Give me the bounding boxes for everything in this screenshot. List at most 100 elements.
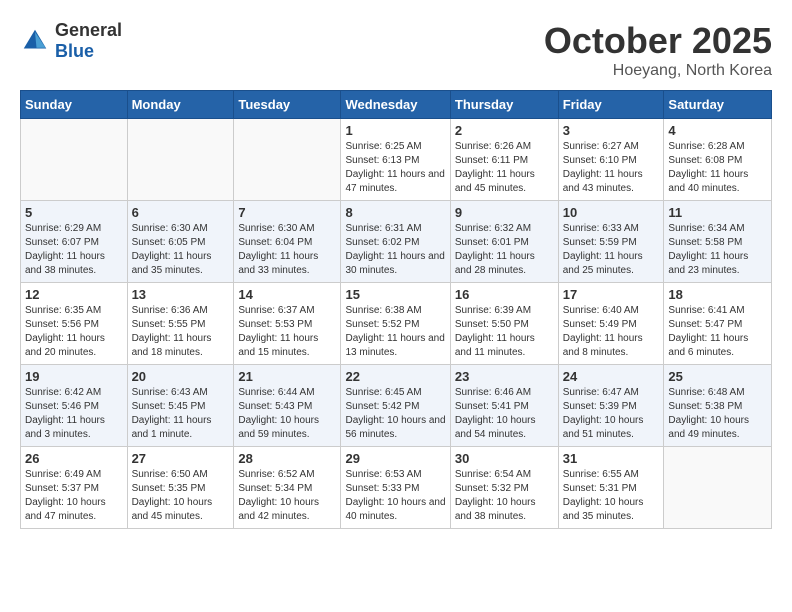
day-number: 3 (563, 123, 660, 138)
calendar-day-cell: 1 Sunrise: 6:25 AM Sunset: 6:13 PM Daylig… (341, 119, 450, 201)
calendar-week-row: 19Sunrise: 6:42 AM Sunset: 5:46 PM Dayli… (21, 365, 772, 447)
day-number: 26 (25, 451, 123, 466)
calendar-week-row: 5 Sunrise: 6:29 AM Sunset: 6:07 PM Daylig… (21, 201, 772, 283)
day-info: Sunrise: 6:50 AM Sunset: 5:35 PM Dayligh… (132, 468, 230, 524)
day-info: Sunrise: 6:38 AM Sunset: 5:52 PM Dayligh… (345, 304, 445, 360)
day-info: Sunrise: 6:25 AM Sunset: 6:13 PM Dayligh… (345, 140, 445, 196)
calendar-day-cell: 22 Sunrise: 6:45 AM Sunset: 5:42 PM Dayli… (341, 365, 450, 447)
calendar-header-row: SundayMondayTuesdayWednesdayThursdayFrid… (21, 91, 772, 119)
day-info: Sunrise: 6:40 AM Sunset: 5:49 PM Dayligh… (563, 304, 660, 360)
calendar-day-cell: 29Sunrise: 6:53 AM Sunset: 5:33 PM Dayli… (341, 447, 450, 529)
month-title: October 2025 (544, 20, 772, 62)
title-block: October 2025 Hoeyang, North Korea (544, 20, 772, 80)
day-info: Sunrise: 6:48 AM Sunset: 5:38 PM Dayligh… (668, 386, 767, 442)
day-number: 15 (345, 287, 445, 302)
day-number: 24 (563, 369, 660, 384)
logo: General Blue (20, 20, 122, 62)
calendar-day-cell: 6 Sunrise: 6:30 AM Sunset: 6:05 PM Daylig… (127, 201, 234, 283)
day-number: 18 (668, 287, 767, 302)
day-number: 8 (345, 205, 445, 220)
calendar-day-cell: 8 Sunrise: 6:31 AM Sunset: 6:02 PM Daylig… (341, 201, 450, 283)
day-number: 5 (25, 205, 123, 220)
day-number: 14 (238, 287, 336, 302)
day-number: 6 (132, 205, 230, 220)
calendar-day-cell: 10Sunrise: 6:33 AM Sunset: 5:59 PM Dayli… (558, 201, 664, 283)
calendar-day-cell: 24Sunrise: 6:47 AM Sunset: 5:39 PM Dayli… (558, 365, 664, 447)
day-info: Sunrise: 6:36 AM Sunset: 5:55 PM Dayligh… (132, 304, 230, 360)
logo-text: General Blue (55, 20, 122, 62)
calendar-week-row: 26Sunrise: 6:49 AM Sunset: 5:37 PM Dayli… (21, 447, 772, 529)
calendar-day-cell: 28 Sunrise: 6:52 AM Sunset: 5:34 PM Dayli… (234, 447, 341, 529)
calendar-day-cell: 7 Sunrise: 6:30 AM Sunset: 6:04 PM Daylig… (234, 201, 341, 283)
day-number: 23 (455, 369, 554, 384)
column-header-saturday: Saturday (664, 91, 772, 119)
day-number: 31 (563, 451, 660, 466)
calendar-day-cell: 21 Sunrise: 6:44 AM Sunset: 5:43 PM Dayli… (234, 365, 341, 447)
calendar-day-cell: 30 Sunrise: 6:54 AM Sunset: 5:32 PM Dayli… (450, 447, 558, 529)
day-number: 20 (132, 369, 230, 384)
column-header-monday: Monday (127, 91, 234, 119)
day-info: Sunrise: 6:32 AM Sunset: 6:01 PM Dayligh… (455, 222, 554, 278)
day-info: Sunrise: 6:29 AM Sunset: 6:07 PM Dayligh… (25, 222, 123, 278)
day-info: Sunrise: 6:54 AM Sunset: 5:32 PM Dayligh… (455, 468, 554, 524)
day-info: Sunrise: 6:28 AM Sunset: 6:08 PM Dayligh… (668, 140, 767, 196)
calendar-day-cell: 26Sunrise: 6:49 AM Sunset: 5:37 PM Dayli… (21, 447, 128, 529)
calendar-day-cell: 2Sunrise: 6:26 AM Sunset: 6:11 PM Daylig… (450, 119, 558, 201)
column-header-thursday: Thursday (450, 91, 558, 119)
calendar-day-cell: 23 Sunrise: 6:46 AM Sunset: 5:41 PM Dayli… (450, 365, 558, 447)
day-number: 30 (455, 451, 554, 466)
day-info: Sunrise: 6:30 AM Sunset: 6:05 PM Dayligh… (132, 222, 230, 278)
day-info: Sunrise: 6:39 AM Sunset: 5:50 PM Dayligh… (455, 304, 554, 360)
location: Hoeyang, North Korea (544, 62, 772, 80)
day-number: 1 (345, 123, 445, 138)
calendar-day-cell: 12 Sunrise: 6:35 AM Sunset: 5:56 PM Dayli… (21, 283, 128, 365)
day-number: 21 (238, 369, 336, 384)
day-number: 27 (132, 451, 230, 466)
day-info: Sunrise: 6:46 AM Sunset: 5:41 PM Dayligh… (455, 386, 554, 442)
column-header-tuesday: Tuesday (234, 91, 341, 119)
calendar-day-cell (664, 447, 772, 529)
day-info: Sunrise: 6:45 AM Sunset: 5:42 PM Dayligh… (345, 386, 445, 442)
calendar-day-cell: 17 Sunrise: 6:40 AM Sunset: 5:49 PM Dayli… (558, 283, 664, 365)
calendar-week-row: 1 Sunrise: 6:25 AM Sunset: 6:13 PM Daylig… (21, 119, 772, 201)
day-number: 11 (668, 205, 767, 220)
logo-icon (20, 26, 50, 56)
calendar-day-cell (234, 119, 341, 201)
day-number: 17 (563, 287, 660, 302)
calendar-day-cell: 16 Sunrise: 6:39 AM Sunset: 5:50 PM Dayli… (450, 283, 558, 365)
day-info: Sunrise: 6:26 AM Sunset: 6:11 PM Dayligh… (455, 140, 554, 196)
column-header-sunday: Sunday (21, 91, 128, 119)
column-header-friday: Friday (558, 91, 664, 119)
calendar-day-cell: 9 Sunrise: 6:32 AM Sunset: 6:01 PM Daylig… (450, 201, 558, 283)
day-number: 9 (455, 205, 554, 220)
day-number: 7 (238, 205, 336, 220)
day-number: 28 (238, 451, 336, 466)
day-info: Sunrise: 6:37 AM Sunset: 5:53 PM Dayligh… (238, 304, 336, 360)
day-number: 10 (563, 205, 660, 220)
day-info: Sunrise: 6:52 AM Sunset: 5:34 PM Dayligh… (238, 468, 336, 524)
calendar-day-cell: 20 Sunrise: 6:43 AM Sunset: 5:45 PM Dayli… (127, 365, 234, 447)
day-info: Sunrise: 6:43 AM Sunset: 5:45 PM Dayligh… (132, 386, 230, 442)
day-number: 25 (668, 369, 767, 384)
calendar-day-cell: 25 Sunrise: 6:48 AM Sunset: 5:38 PM Dayli… (664, 365, 772, 447)
calendar-day-cell: 14 Sunrise: 6:37 AM Sunset: 5:53 PM Dayli… (234, 283, 341, 365)
day-number: 19 (25, 369, 123, 384)
calendar-day-cell: 19Sunrise: 6:42 AM Sunset: 5:46 PM Dayli… (21, 365, 128, 447)
column-header-wednesday: Wednesday (341, 91, 450, 119)
calendar-day-cell: 15 Sunrise: 6:38 AM Sunset: 5:52 PM Dayli… (341, 283, 450, 365)
logo-blue: Blue (55, 41, 122, 62)
calendar-day-cell: 5 Sunrise: 6:29 AM Sunset: 6:07 PM Daylig… (21, 201, 128, 283)
day-number: 12 (25, 287, 123, 302)
day-number: 16 (455, 287, 554, 302)
day-info: Sunrise: 6:30 AM Sunset: 6:04 PM Dayligh… (238, 222, 336, 278)
day-info: Sunrise: 6:44 AM Sunset: 5:43 PM Dayligh… (238, 386, 336, 442)
page-header: General Blue October 2025 Hoeyang, North… (20, 20, 772, 80)
calendar-week-row: 12 Sunrise: 6:35 AM Sunset: 5:56 PM Dayli… (21, 283, 772, 365)
day-info: Sunrise: 6:34 AM Sunset: 5:58 PM Dayligh… (668, 222, 767, 278)
day-info: Sunrise: 6:31 AM Sunset: 6:02 PM Dayligh… (345, 222, 445, 278)
calendar-day-cell: 4Sunrise: 6:28 AM Sunset: 6:08 PM Daylig… (664, 119, 772, 201)
calendar-table: SundayMondayTuesdayWednesdayThursdayFrid… (20, 90, 772, 529)
calendar-day-cell (21, 119, 128, 201)
day-number: 22 (345, 369, 445, 384)
day-info: Sunrise: 6:35 AM Sunset: 5:56 PM Dayligh… (25, 304, 123, 360)
